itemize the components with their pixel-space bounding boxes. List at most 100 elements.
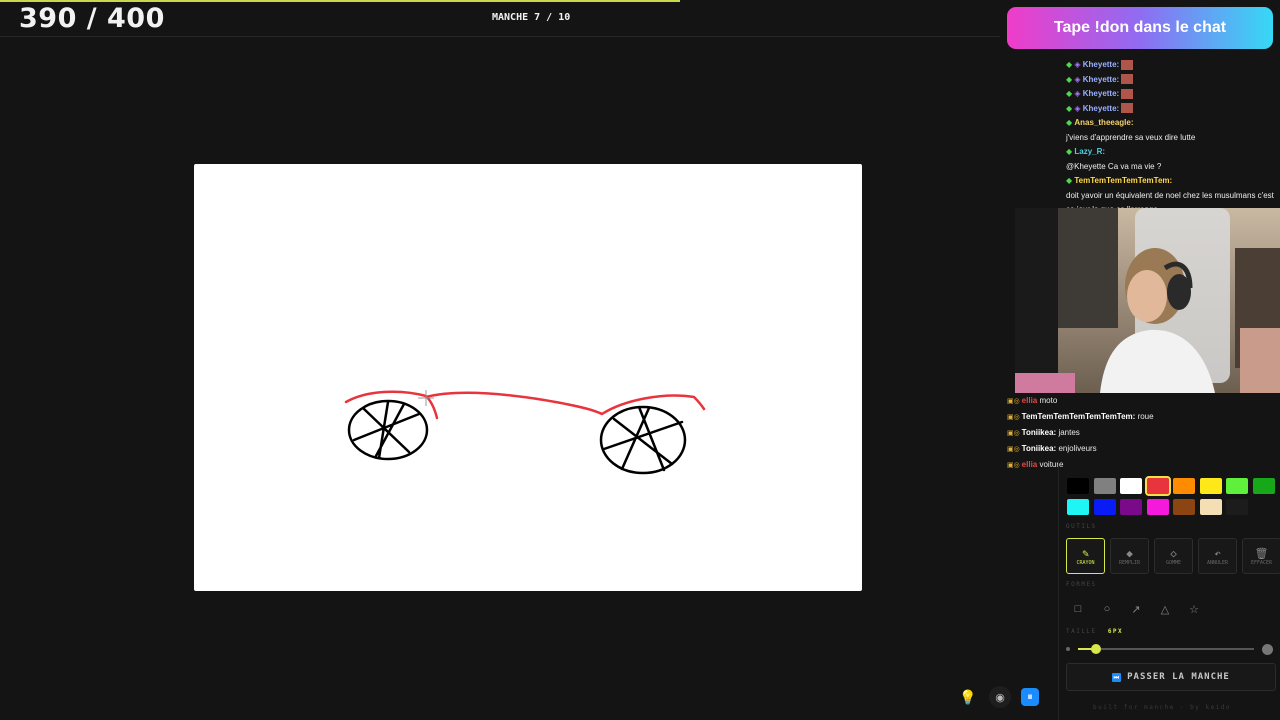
webcam-feed — [1015, 208, 1280, 393]
chat-username: Anas_theeagle: — [1074, 118, 1134, 127]
color-swatch-blue[interactable] — [1093, 499, 1116, 515]
tool-bar: ✎ CRAYON ◆ REMPLIR ◇ GOMME ↶ ANNULER 🗑 EFFACER — [1066, 538, 1280, 574]
skip-round-label: PASSER LA MANCHE — [1127, 672, 1230, 682]
guess-row: ▣◎ ellia moto — [1007, 393, 1217, 409]
color-swatch-white[interactable] — [1120, 478, 1142, 494]
shape-triangle-button[interactable]: △ — [1153, 598, 1177, 620]
arrow-icon: ↗ — [1131, 603, 1141, 616]
size-max-dot — [1262, 644, 1273, 655]
guess-badge-icon: ▣◎ — [1007, 446, 1022, 453]
color-swatch-gray[interactable] — [1093, 478, 1116, 494]
shapes-section-label: FORMES — [1066, 581, 1097, 588]
shape-bar: □ ○ ↗ △ ☆ — [1066, 598, 1206, 620]
color-swatch-lime[interactable] — [1226, 478, 1248, 494]
color-swatch-purple[interactable] — [1120, 499, 1142, 515]
chat-message: ◆ ◈ Kheyette: — [1066, 58, 1280, 73]
sub-badge-icon: ◈ — [1074, 74, 1083, 84]
tool-gomme-button[interactable]: ◇ GOMME — [1154, 538, 1193, 574]
triangle-icon: △ — [1160, 603, 1170, 616]
emote-icon — [1121, 74, 1134, 85]
star-icon: ☆ — [1189, 603, 1199, 616]
guess-username: Toniikea: — [1021, 428, 1057, 437]
chat-message: ◆ ◈ Kheyette: — [1066, 87, 1280, 102]
drawing-canvas[interactable] — [194, 164, 862, 591]
size-value: 6PX — [1107, 628, 1124, 635]
tool-annuler-button[interactable]: ↶ ANNULER — [1198, 538, 1237, 574]
pencil-icon: ✎ — [1082, 546, 1089, 560]
guess-username: ellia — [1021, 460, 1038, 469]
guess-badge-icon: ▣◎ — [1007, 430, 1022, 437]
chat-message: ◆ TemTemTemTemTemTem: — [1066, 174, 1280, 189]
tool-label: EFFACER — [1250, 559, 1273, 566]
color-swatch-cyan[interactable] — [1067, 499, 1089, 515]
bucket-icon: ◆ — [1126, 546, 1133, 560]
size-min-dot — [1066, 647, 1070, 651]
tool-label: CRAYON — [1076, 559, 1095, 566]
chat-message-text: j'viens d'apprendre sa veux dire lutte — [1066, 132, 1196, 142]
shape-star-button[interactable]: ☆ — [1182, 598, 1206, 620]
tool-effacer-button[interactable]: 🗑 EFFACER — [1242, 538, 1280, 574]
tool-label: ANNULER — [1206, 559, 1229, 566]
chat-username: Kheyette: — [1082, 60, 1120, 69]
chat-username: TemTemTemTemTemTem: — [1074, 176, 1173, 185]
sub-badge-icon: ◈ — [1074, 103, 1083, 113]
chat-username: Kheyette: — [1082, 74, 1120, 84]
guess-row: ▣◎ Toniikea: jantes — [1007, 425, 1217, 441]
color-swatch-custom[interactable] — [1226, 499, 1248, 515]
shape-rect-button[interactable]: □ — [1066, 598, 1090, 620]
chat-username: Kheyette: — [1082, 103, 1120, 113]
undo-icon: ↶ — [1214, 546, 1221, 560]
webcam-image — [1015, 208, 1280, 393]
eye-icon[interactable]: ◉ — [989, 686, 1011, 708]
guess-username: ellia — [1021, 396, 1038, 405]
tools-section-label: OUTILS — [1066, 523, 1097, 530]
car-roof-stroke — [344, 390, 439, 420]
sub-badge-icon: ◈ — [1074, 89, 1083, 98]
tool-crayon-button[interactable]: ✎ CRAYON — [1066, 538, 1105, 574]
rear-wheel-spokes — [602, 405, 684, 472]
sub-badge-icon: ◈ — [1074, 60, 1083, 69]
color-swatch-orange[interactable] — [1173, 478, 1195, 494]
shape-arrow-button[interactable]: ↗ — [1124, 598, 1148, 620]
round-indicator: MANCHE 7 / 10 — [492, 12, 571, 23]
color-swatch-red[interactable] — [1144, 476, 1171, 496]
don-banner: Tape !don dans le chat — [1007, 7, 1273, 49]
footer-credit: built for manche · by keido — [1093, 704, 1232, 711]
chat-message: ◆ Anas_theeagle: — [1066, 116, 1280, 131]
chat-message: ◆ ◈ Kheyette: — [1066, 73, 1280, 88]
pause-icon[interactable]: ⏸ — [1021, 688, 1039, 706]
square-icon: □ — [1074, 603, 1082, 615]
guess-text: jantes — [1058, 428, 1080, 437]
canvas-actions: 💡 ◉ ⏸ — [957, 686, 1039, 708]
guess-feed: ▣◎ ellia moto ▣◎ TemTemTemTemTemTemTem: r… — [1007, 393, 1217, 473]
chat-feed: ◆ ◈ Kheyette: ◆ ◈ Kheyette: ◆ ◈ Kheyette: ◆… — [1066, 58, 1280, 218]
guess-text: voiture — [1039, 460, 1064, 469]
size-slider[interactable] — [1078, 644, 1254, 654]
emote-icon — [1121, 88, 1134, 99]
guess-badge-icon: ▣◎ — [1007, 398, 1022, 405]
skip-round-button[interactable]: ⏭ PASSER LA MANCHE — [1066, 663, 1276, 691]
color-swatch-yellow[interactable] — [1199, 478, 1222, 494]
guess-badge-icon: ▣◎ — [1007, 462, 1022, 469]
size-label: TAILLE — [1066, 628, 1097, 635]
emote-icon — [1121, 103, 1134, 114]
color-swatch-beige[interactable] — [1199, 499, 1222, 515]
color-swatch-brown[interactable] — [1173, 499, 1195, 515]
color-swatch-magenta[interactable] — [1146, 499, 1169, 515]
skip-icon: ⏭ — [1112, 672, 1122, 682]
guess-row: ▣◎ ellia voiture — [1007, 457, 1217, 473]
size-slider-knob[interactable] — [1091, 644, 1101, 654]
tool-label: GOMME — [1165, 559, 1182, 566]
color-swatch-black[interactable] — [1067, 478, 1089, 494]
color-palette — [1067, 476, 1277, 515]
hint-bulb-icon[interactable]: 💡 — [957, 686, 979, 708]
tool-remplir-button[interactable]: ◆ REMPLIR — [1110, 538, 1149, 574]
shape-ellipse-button[interactable]: ○ — [1095, 598, 1119, 620]
guess-username: TemTemTemTemTemTemTem: — [1021, 412, 1136, 421]
top-bar: 390 / 400 MANCHE 7 / 10 — [0, 0, 1000, 37]
chat-message: ◆ Lazy_R: — [1066, 145, 1280, 160]
circle-icon: ○ — [1103, 603, 1111, 615]
guess-text: moto — [1039, 396, 1058, 405]
color-swatch-green[interactable] — [1252, 478, 1275, 494]
guess-username: Toniikea: — [1021, 444, 1057, 453]
